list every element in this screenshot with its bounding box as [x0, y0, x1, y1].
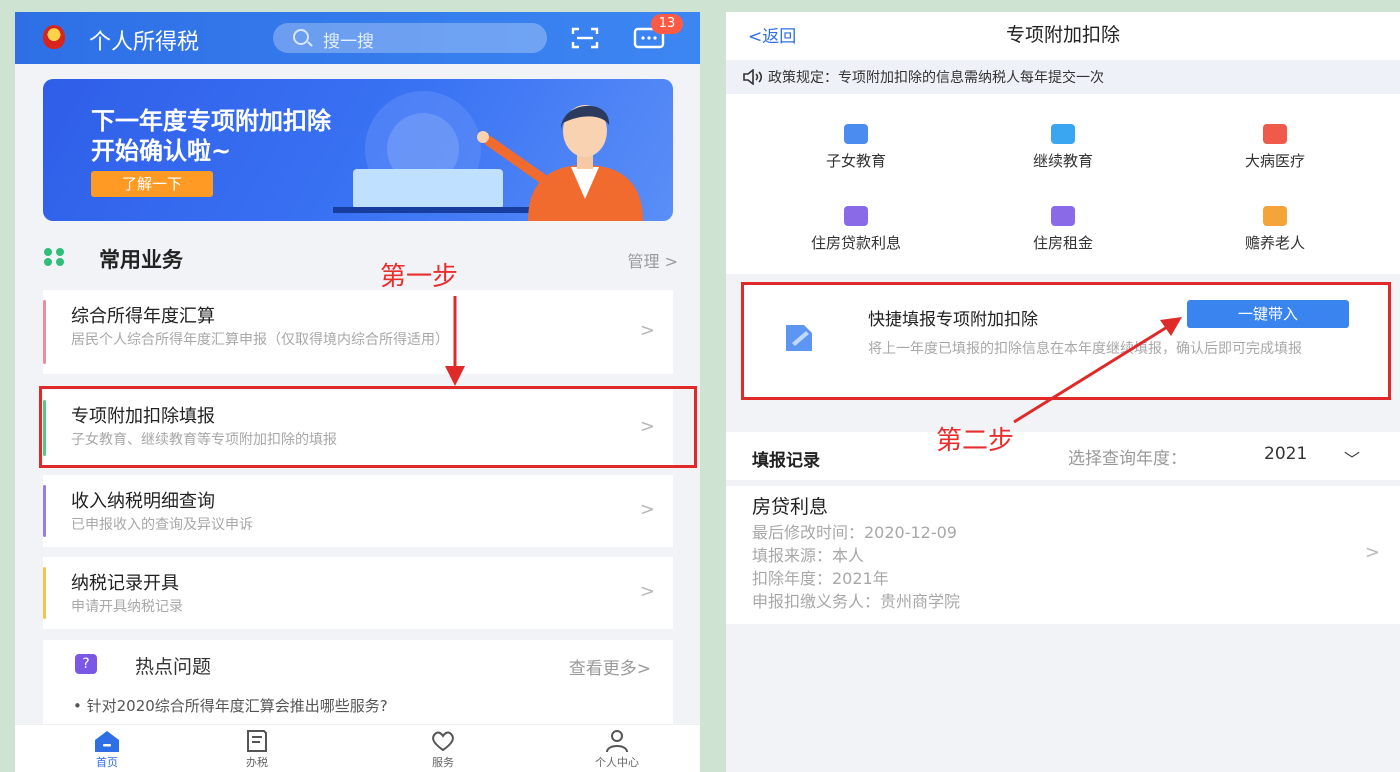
service-subtitle: 居民个人综合所得年度汇算申报（仅取得境内综合所得适用）	[71, 332, 449, 348]
step1-highlight-box	[39, 386, 697, 468]
bottom-tab-bar: 首页 办税 服务 个人中心	[15, 724, 700, 772]
record-withholding-agent: 申报扣缴义务人：贵州商学院	[752, 592, 961, 611]
quick-fill-icon	[786, 325, 812, 351]
one-click-import-button[interactable]: 一键带入	[1187, 300, 1349, 328]
service-color-bar	[43, 567, 46, 619]
service-subtitle: 申请开具纳税记录	[71, 599, 183, 615]
heart-hand-icon	[432, 731, 454, 752]
service-title: 收入纳税明细查询	[71, 491, 215, 512]
tab-service[interactable]: 服务	[403, 729, 483, 770]
record-item[interactable]: 房贷利息 最后修改时间：2020-12-09 填报来源：本人 扣除年度：2021…	[752, 492, 960, 613]
category-children-education[interactable]: 子女教育	[781, 124, 931, 171]
category-label: 住房贷款利息	[810, 234, 901, 252]
presenter-illustration	[333, 91, 643, 221]
speaker-icon	[743, 69, 763, 85]
service-income-query[interactable]: 收入纳税明细查询 已申报收入的查询及异议申诉 >	[43, 475, 673, 547]
hot-questions-title: 热点问题	[135, 656, 212, 678]
category-serious-illness[interactable]: 大病医疗	[1200, 124, 1350, 171]
record-modified-time: 最后修改时间：2020-12-09	[752, 523, 957, 542]
divider	[726, 480, 1400, 486]
chevron-right-icon: >	[639, 581, 655, 602]
tab-tax[interactable]: 办税	[217, 729, 297, 770]
category-continuing-education[interactable]: 继续教育	[988, 124, 1138, 171]
medical-kit-icon	[1263, 124, 1287, 144]
step2-annotation: 第二步	[936, 426, 1015, 456]
record-name: 房贷利息	[752, 496, 829, 518]
app-title: 个人所得税	[89, 30, 200, 55]
service-tax-record[interactable]: 纳税记录开具 申请开具纳税记录 >	[43, 557, 673, 629]
category-label: 赡养老人	[1244, 234, 1305, 252]
scan-icon[interactable]	[571, 26, 599, 50]
document-icon	[247, 730, 267, 752]
message-badge: 13	[651, 14, 683, 34]
year-select-label: 选择查询年度：	[1068, 449, 1187, 469]
service-subtitle: 已申报收入的查询及异议申诉	[71, 517, 253, 533]
search-input[interactable]: 搜一搜	[273, 23, 547, 53]
step2-arrow	[1013, 317, 1182, 424]
deduction-category-grid: 子女教育 继续教育 大病医疗 住房贷款利息 住房租金 赡养老人	[726, 94, 1400, 274]
common-services-title: 常用业务	[99, 248, 183, 272]
policy-notice-bar: 政策规定：专项附加扣除的信息需纳税人每年提交一次	[726, 60, 1400, 94]
search-placeholder: 搜一搜	[323, 32, 374, 52]
year-select[interactable]: 2021	[1264, 444, 1307, 464]
left-phone-screen: 个人所得税 搜一搜 13 下一年度专项附加扣除 开始确认啦~ 了解一下 常用业务…	[15, 12, 700, 772]
banner-headline-2: 开始确认啦~	[91, 137, 232, 165]
service-title: 综合所得年度汇算	[71, 306, 215, 327]
right-phone-screen: <返回 专项附加扣除 政策规定：专项附加扣除的信息需纳税人每年提交一次 子女教育…	[726, 12, 1400, 772]
category-housing-loan[interactable]: 住房贷款利息	[781, 206, 931, 253]
hot-question-item[interactable]: • 针对2020综合所得年度汇算会推出哪些服务?	[73, 695, 388, 716]
category-housing-rent[interactable]: 住房租金	[988, 206, 1138, 253]
category-elderly-support[interactable]: 赡养老人	[1200, 206, 1350, 253]
hot-questions-card: ? 热点问题 查看更多> • 针对2020综合所得年度汇算会推出哪些服务?	[43, 640, 673, 728]
step1-annotation: 第一步	[380, 262, 459, 292]
tab-label: 首页	[96, 756, 118, 769]
service-color-bar	[43, 485, 46, 537]
emblem-icon	[43, 25, 65, 49]
filing-records-section: 填报记录 选择查询年度： 2021 ﹀ 房贷利息 最后修改时间：2020-12-…	[726, 432, 1400, 624]
service-annual-settlement[interactable]: 综合所得年度汇算 居民个人综合所得年度汇算申报（仅取得境内综合所得适用） >	[43, 290, 673, 374]
tab-home[interactable]: 首页	[67, 729, 147, 770]
home-icon	[95, 731, 119, 752]
question-icon: ?	[75, 654, 97, 674]
children-education-icon	[844, 124, 868, 144]
category-label: 继续教育	[1032, 152, 1093, 170]
learn-more-button[interactable]: 了解一下	[91, 171, 213, 197]
category-label: 子女教育	[825, 152, 886, 170]
elderly-care-icon	[1263, 206, 1287, 226]
graduation-cap-icon	[1051, 124, 1075, 144]
records-title: 填报记录	[752, 451, 820, 471]
house-rent-icon	[1051, 206, 1075, 226]
chevron-right-icon: >	[639, 499, 655, 520]
search-icon	[293, 29, 309, 45]
tab-label: 个人中心	[595, 756, 639, 769]
policy-notice-text: 政策规定：专项附加扣除的信息需纳税人每年提交一次	[768, 70, 1104, 86]
chevron-right-icon: >	[1364, 542, 1380, 563]
manage-link[interactable]: 管理 >	[628, 248, 679, 272]
tab-label: 服务	[432, 756, 454, 769]
category-label: 住房租金	[1032, 234, 1093, 252]
common-services-header: 常用业务 管理 >	[15, 232, 700, 282]
page-title: 专项附加扣除	[1005, 24, 1120, 46]
record-source: 填报来源：本人	[752, 546, 865, 565]
category-label: 大病医疗	[1244, 152, 1305, 170]
chevron-right-icon: >	[639, 320, 655, 341]
person-icon	[606, 730, 628, 753]
house-loan-icon	[844, 206, 868, 226]
service-title: 纳税记录开具	[71, 573, 179, 594]
nav-bar: <返回 专项附加扣除	[726, 12, 1400, 60]
step1-arrow	[445, 296, 465, 386]
chevron-down-icon[interactable]: ﹀	[1344, 446, 1360, 470]
view-more-link[interactable]: 查看更多>	[569, 654, 651, 679]
grid-icon	[44, 248, 64, 266]
tab-personal-center[interactable]: 个人中心	[577, 729, 657, 770]
record-deduction-year: 扣除年度：2021年	[752, 569, 889, 588]
tab-label: 办税	[246, 756, 268, 769]
promo-banner[interactable]: 下一年度专项附加扣除 开始确认啦~ 了解一下	[43, 79, 673, 221]
service-color-bar	[43, 300, 46, 364]
top-bar: 个人所得税 搜一搜 13	[15, 12, 700, 64]
